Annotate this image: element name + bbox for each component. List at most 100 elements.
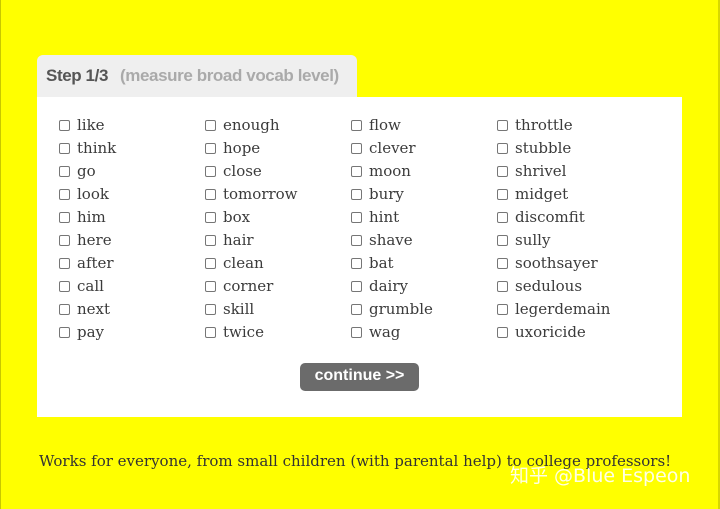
word-checkbox[interactable] (351, 304, 362, 315)
word-item[interactable]: bat (351, 252, 433, 275)
word-label: think (77, 139, 117, 157)
word-checkbox[interactable] (497, 258, 508, 269)
word-checkbox[interactable] (59, 189, 70, 200)
word-checkbox[interactable] (351, 235, 362, 246)
word-item[interactable]: box (205, 206, 298, 229)
word-item[interactable]: moon (351, 160, 433, 183)
word-label: hope (223, 139, 261, 157)
word-checkbox[interactable] (59, 143, 70, 154)
word-item[interactable]: sedulous (497, 275, 610, 298)
word-label: go (77, 162, 96, 180)
word-checkbox[interactable] (205, 189, 216, 200)
word-label: midget (515, 185, 569, 203)
word-checkbox[interactable] (351, 189, 362, 200)
word-checkbox[interactable] (59, 235, 70, 246)
word-checkbox[interactable] (59, 212, 70, 223)
word-item[interactable]: him (59, 206, 116, 229)
word-label: dairy (369, 277, 408, 295)
word-label: bat (369, 254, 394, 272)
word-item[interactable]: next (59, 298, 116, 321)
word-item[interactable]: legerdemain (497, 298, 610, 321)
word-item[interactable]: grumble (351, 298, 433, 321)
word-item[interactable]: wag (351, 321, 433, 344)
word-item[interactable]: tomorrow (205, 183, 298, 206)
word-checkbox[interactable] (205, 235, 216, 246)
word-checkbox[interactable] (351, 120, 362, 131)
word-checkbox[interactable] (497, 281, 508, 292)
word-checkbox[interactable] (205, 304, 216, 315)
word-item[interactable]: flow (351, 114, 433, 137)
word-checkbox[interactable] (497, 235, 508, 246)
word-item[interactable]: clean (205, 252, 298, 275)
word-item[interactable]: throttle (497, 114, 610, 137)
word-item[interactable]: sully (497, 229, 610, 252)
word-checkbox[interactable] (59, 304, 70, 315)
word-item[interactable]: hair (205, 229, 298, 252)
word-item[interactable]: pay (59, 321, 116, 344)
word-checkbox[interactable] (205, 327, 216, 338)
word-label: next (77, 300, 111, 318)
word-column-4: throttle stubble shrivel midget discomfit sul… (497, 114, 610, 344)
word-checkbox[interactable] (59, 281, 70, 292)
word-item[interactable]: skill (205, 298, 298, 321)
word-label: grumble (369, 300, 433, 318)
word-checkbox[interactable] (59, 120, 70, 131)
word-checkbox[interactable] (497, 327, 508, 338)
word-checkbox[interactable] (351, 212, 362, 223)
word-checkbox[interactable] (351, 166, 362, 177)
word-checkbox[interactable] (497, 120, 508, 131)
frame-edge-left (0, 0, 1, 509)
word-checkbox[interactable] (59, 166, 70, 177)
word-checkbox[interactable] (497, 304, 508, 315)
step-subtitle: (measure broad vocab level) (120, 66, 339, 85)
word-item[interactable]: stubble (497, 137, 610, 160)
word-item[interactable]: enough (205, 114, 298, 137)
word-item[interactable]: shrivel (497, 160, 610, 183)
word-item[interactable]: clever (351, 137, 433, 160)
word-item[interactable]: go (59, 160, 116, 183)
word-checkbox[interactable] (59, 327, 70, 338)
word-item[interactable]: midget (497, 183, 610, 206)
continue-button[interactable]: continue >> (300, 363, 419, 391)
word-item[interactable]: discomfit (497, 206, 610, 229)
word-label: sedulous (515, 277, 583, 295)
word-label: throttle (515, 116, 573, 134)
word-checkbox[interactable] (351, 143, 362, 154)
word-checkbox[interactable] (205, 212, 216, 223)
word-checkbox[interactable] (351, 281, 362, 292)
word-checkbox[interactable] (205, 120, 216, 131)
word-item[interactable]: dairy (351, 275, 433, 298)
word-item[interactable]: like (59, 114, 116, 137)
word-item[interactable]: call (59, 275, 116, 298)
word-item[interactable]: here (59, 229, 116, 252)
word-checkbox[interactable] (205, 258, 216, 269)
word-checkbox[interactable] (205, 166, 216, 177)
word-item[interactable]: hope (205, 137, 298, 160)
word-checkbox[interactable] (497, 143, 508, 154)
word-item[interactable]: after (59, 252, 116, 275)
word-item[interactable]: twice (205, 321, 298, 344)
word-item[interactable]: hint (351, 206, 433, 229)
word-checkbox[interactable] (351, 327, 362, 338)
word-checkbox[interactable] (351, 258, 362, 269)
word-label: after (77, 254, 114, 272)
word-item[interactable]: bury (351, 183, 433, 206)
word-label: box (223, 208, 251, 226)
word-checkbox[interactable] (205, 143, 216, 154)
word-item[interactable]: look (59, 183, 116, 206)
word-checkbox[interactable] (497, 166, 508, 177)
word-checkbox[interactable] (59, 258, 70, 269)
word-item[interactable]: corner (205, 275, 298, 298)
word-checkbox[interactable] (205, 281, 216, 292)
word-checkbox[interactable] (497, 189, 508, 200)
word-label: skill (223, 300, 255, 318)
word-item[interactable]: soothsayer (497, 252, 610, 275)
word-label: hair (223, 231, 254, 249)
word-label: shrivel (515, 162, 567, 180)
word-item[interactable]: uxoricide (497, 321, 610, 344)
word-item[interactable]: think (59, 137, 116, 160)
word-item[interactable]: close (205, 160, 298, 183)
word-item[interactable]: shave (351, 229, 433, 252)
word-label: here (77, 231, 112, 249)
word-checkbox[interactable] (497, 212, 508, 223)
